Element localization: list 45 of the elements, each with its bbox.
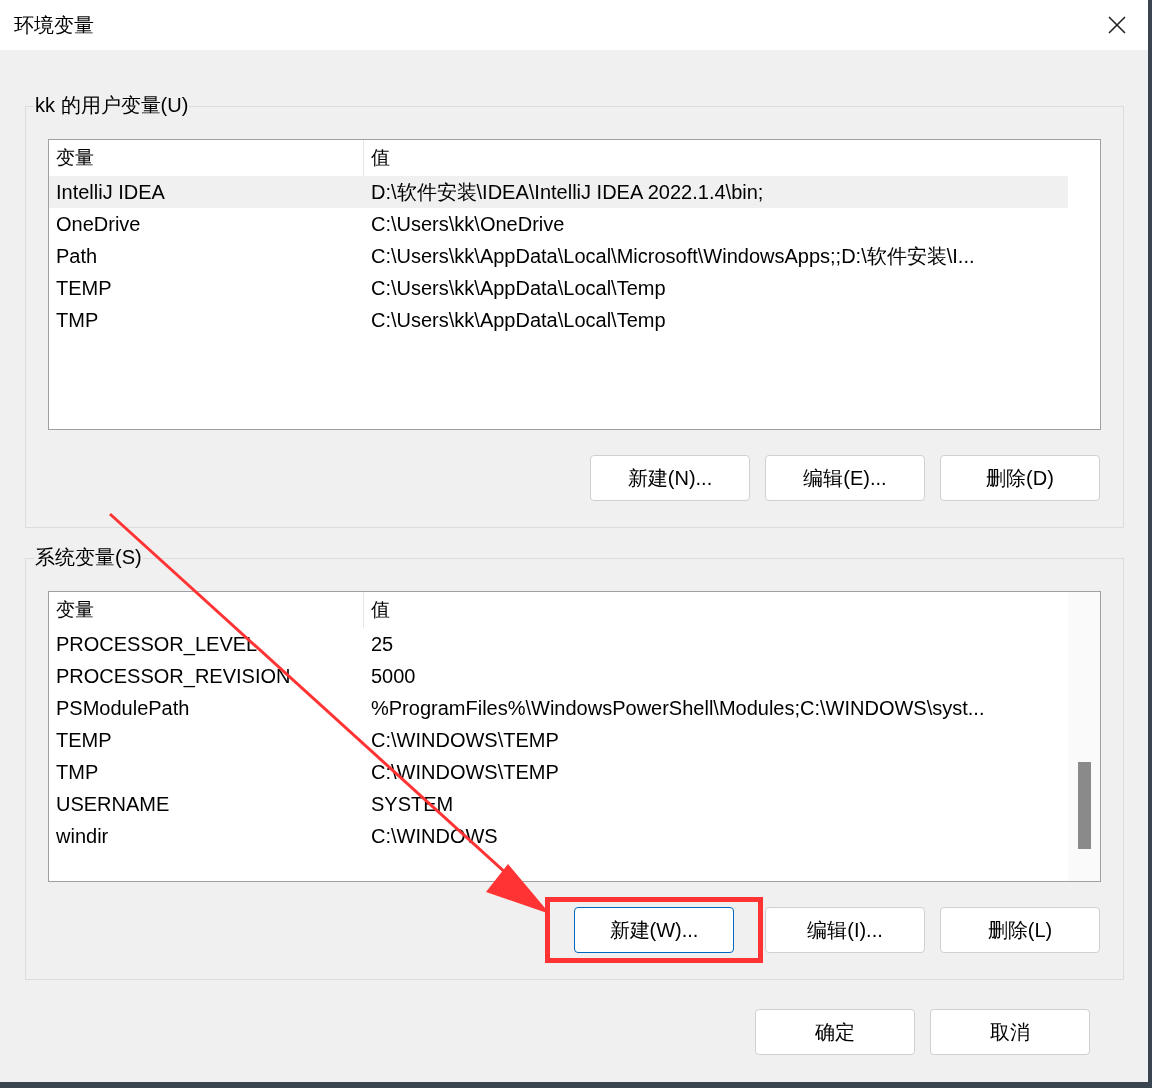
variable-value: C:\Users\kk\AppData\Local\Temp (370, 276, 667, 301)
dialog-button[interactable]: 确定 (755, 1009, 915, 1055)
window-title: 环境变量 (14, 13, 94, 38)
scrollbar[interactable] (1068, 592, 1100, 881)
variable-row[interactable]: Path C:\Users\kk\AppData\Local\Microsoft\WindowsApps;;D:\软件安装\I... (49, 240, 1068, 272)
close-icon[interactable] (1108, 16, 1126, 34)
dialog-button[interactable]: 删除(D) (940, 455, 1100, 501)
variable-name: windir (55, 824, 110, 849)
variable-value: 5000 (370, 664, 417, 689)
variable-value: D:\软件安装\IDEA\IntelliJ IDEA 2022.1.4\bin; (370, 180, 765, 205)
variable-row[interactable]: PROCESSOR_REVISION 5000 (49, 660, 1068, 692)
variable-row[interactable]: TEMP C:\Users\kk\AppData\Local\Temp (49, 272, 1068, 304)
variable-row[interactable]: PSModulePath %ProgramFiles%\WindowsPowerShell\Modules;C:\WINDOWS\syst... (49, 692, 1068, 724)
variable-name: USERNAME (55, 792, 171, 817)
group-legend: kk 的用户变量(U) (34, 93, 190, 117)
variable-value: C:\WINDOWS\TEMP (370, 728, 560, 753)
variable-name: OneDrive (55, 212, 142, 237)
variable-name: IntelliJ IDEA (55, 180, 166, 205)
scrollbar-thumb[interactable] (1077, 762, 1091, 849)
variable-value: %ProgramFiles%\WindowsPowerShell\Modules;C:\WINDOWS\syst... (370, 696, 986, 721)
variable-row[interactable]: IntelliJ IDEA D:\软件安装\IDEA\IntelliJ IDEA 2022.1.4\bin; (49, 176, 1068, 208)
group-legend: 系统变量(S) (34, 545, 143, 569)
column-header[interactable]: 值 (364, 592, 1068, 628)
variable-name: TMP (55, 308, 100, 333)
dialog-button[interactable]: 编辑(E)... (765, 455, 925, 501)
dialog-button[interactable]: 编辑(I)... (765, 907, 925, 953)
variable-row[interactable]: OneDrive C:\Users\kk\OneDrive (49, 208, 1068, 240)
variable-name: TEMP (55, 276, 113, 301)
variable-value: C:\Users\kk\AppData\Local\Microsoft\WindowsApps;;D:\软件安装\I... (370, 244, 976, 269)
variable-row[interactable]: TEMP C:\WINDOWS\TEMP (49, 724, 1068, 756)
variable-name: TEMP (55, 728, 113, 753)
column-header[interactable]: 变量 (49, 592, 364, 628)
variable-name: Path (55, 244, 99, 269)
dialog-button[interactable]: 删除(L) (940, 907, 1100, 953)
dialog-button[interactable]: 新建(N)... (590, 455, 750, 501)
variable-name: TMP (55, 760, 100, 785)
variable-value: 25 (370, 632, 395, 657)
variable-name: PROCESSOR_REVISION (55, 664, 292, 690)
variable-value: C:\Users\kk\OneDrive (370, 212, 566, 237)
dialog-button[interactable]: 取消 (930, 1009, 1090, 1055)
variable-name: PSModulePath (55, 696, 191, 721)
variable-value: C:\Users\kk\AppData\Local\Temp (370, 308, 667, 333)
dialog-button[interactable]: 新建(W)... (574, 907, 734, 953)
column-header[interactable]: 值 (364, 140, 1068, 176)
variable-row[interactable]: TMP C:\Users\kk\AppData\Local\Temp (49, 304, 1068, 336)
